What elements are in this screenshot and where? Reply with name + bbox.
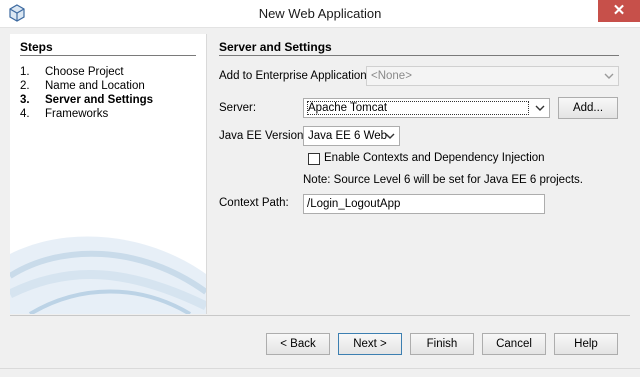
back-button[interactable]: < Back [266, 333, 330, 355]
decorative-swoosh [10, 236, 206, 314]
settings-panel: Server and Settings Add to Enterprise Ap… [207, 34, 630, 314]
section-divider [219, 55, 619, 56]
add-server-button[interactable]: Add... [558, 97, 618, 119]
next-button[interactable]: Next > [338, 333, 402, 355]
enterprise-app-dropdown[interactable]: <None> [366, 66, 619, 86]
step-label: Choose Project [45, 66, 124, 78]
server-value: Apache Tomcat [308, 102, 388, 114]
step-item: 1. Choose Project [20, 66, 124, 78]
steps-divider [20, 55, 196, 56]
window-title: New Web Application [258, 6, 382, 21]
title-bar: New Web Application ✕ [0, 0, 640, 28]
chevron-down-icon [535, 105, 545, 111]
enterprise-app-label: Add to Enterprise Application: [219, 70, 370, 82]
chevron-down-icon [604, 73, 614, 79]
chevron-down-icon [385, 133, 395, 139]
step-number: 2. [20, 80, 30, 92]
steps-panel: Steps 1. Choose Project 2. Name and Locati… [10, 34, 207, 314]
source-level-note: Note: Source Level 6 will be set for Jav… [303, 174, 583, 186]
context-path-label: Context Path: [219, 197, 289, 209]
javaee-version-value: Java EE 6 Web [308, 130, 388, 142]
server-dropdown[interactable]: Apache Tomcat [303, 98, 550, 118]
step-item-current: 3. Server and Settings [20, 94, 153, 106]
finish-button[interactable]: Finish [410, 333, 474, 355]
context-path-value: /Login_LogoutApp [307, 198, 401, 210]
cdi-checkbox-label[interactable]: Enable Contexts and Dependency Injection [324, 152, 545, 164]
cancel-button[interactable]: Cancel [482, 333, 546, 355]
step-item: 4. Frameworks [20, 108, 108, 120]
context-path-input[interactable]: /Login_LogoutApp [303, 194, 545, 214]
step-number: 1. [20, 66, 30, 78]
step-label: Frameworks [45, 108, 109, 120]
close-button[interactable]: ✕ [598, 0, 640, 22]
help-button[interactable]: Help [554, 333, 618, 355]
server-label: Server: [219, 102, 257, 114]
step-item: 2. Name and Location [20, 80, 145, 92]
enterprise-app-value: <None> [371, 70, 412, 82]
step-label: Name and Location [45, 80, 145, 92]
step-number: 4. [20, 108, 30, 120]
close-icon: ✕ [612, 2, 626, 19]
steps-heading: Steps [20, 40, 53, 54]
javaee-version-label: Java EE Version: [219, 130, 307, 142]
javaee-version-dropdown[interactable]: Java EE 6 Web [303, 126, 400, 146]
cdi-checkbox[interactable] [308, 153, 320, 165]
step-number: 3. [20, 94, 30, 106]
footer-divider [10, 315, 630, 316]
section-heading: Server and Settings [219, 40, 332, 54]
step-label: Server and Settings [45, 94, 154, 106]
